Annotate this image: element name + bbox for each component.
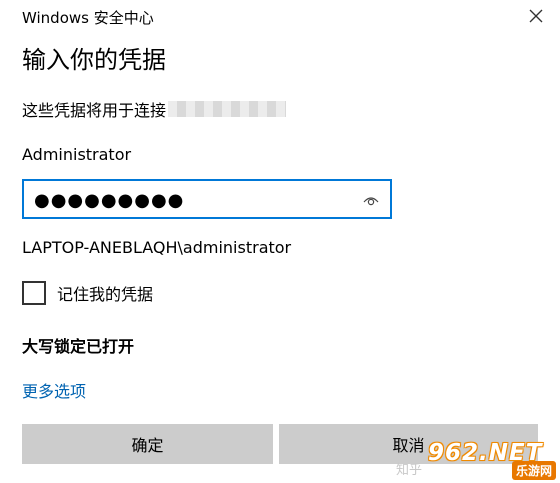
dialog-heading: 输入你的凭据 <box>22 46 166 74</box>
subtitle-text: 这些凭据将用于连接 <box>22 101 167 120</box>
dialog-subtitle: 这些凭据将用于连接 <box>22 97 287 121</box>
password-value: ●●●●●●●●● <box>34 190 185 211</box>
redacted-target <box>168 101 287 117</box>
credential-dialog: Windows 安全中心 输入你的凭据 这些凭据将用于连接 Administra… <box>0 0 560 483</box>
domain-user-label: LAPTOP-ANEBLAQH\administrator <box>22 238 292 257</box>
ok-button[interactable]: 确定 <box>22 424 273 464</box>
remember-credentials[interactable]: 记住我的凭据 <box>22 280 153 306</box>
remember-label: 记住我的凭据 <box>57 285 154 304</box>
reveal-password-button[interactable] <box>362 191 380 209</box>
more-options-link[interactable]: 更多选项 <box>22 378 86 402</box>
eye-icon <box>363 197 379 206</box>
app-title: Windows 安全中心 <box>22 9 154 27</box>
remember-checkbox[interactable] <box>22 281 46 305</box>
close-button[interactable] <box>524 4 548 28</box>
username-label: Administrator <box>22 145 132 164</box>
close-icon <box>529 9 543 23</box>
password-field[interactable]: ●●●●●●●●● <box>22 179 392 219</box>
cancel-button[interactable]: 取消 <box>279 424 538 464</box>
title-bar: Windows 安全中心 <box>0 0 560 32</box>
caps-lock-warning: 大写锁定已打开 <box>22 337 135 356</box>
